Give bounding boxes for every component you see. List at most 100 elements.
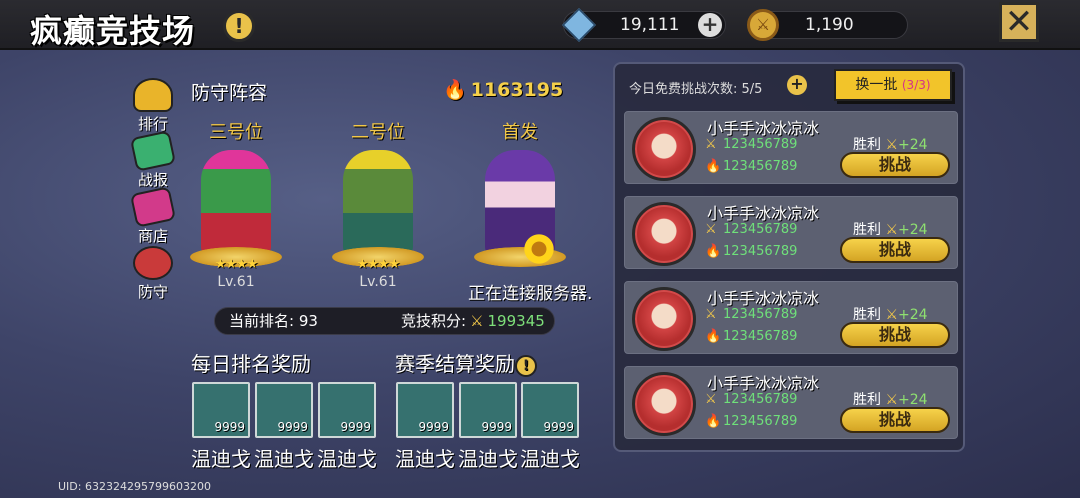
opponent-name: 小手手冰冰凉冰: [707, 204, 820, 223]
swords-icon: ⚔: [705, 222, 717, 237]
opponent-score: ⚔ 123456789: [705, 307, 798, 322]
hero-figure: [201, 150, 271, 255]
season-reward-title: 赛季结算奖励!: [395, 348, 537, 377]
reward-item-name: 温迪戈: [395, 447, 455, 471]
swords-icon: ⚔: [705, 137, 717, 152]
flame-icon: 🔥: [705, 414, 722, 429]
hero-position: 三号位: [209, 122, 263, 143]
sidebar-item-defense[interactable]: 防守: [128, 246, 178, 302]
swords-icon: ⚔: [470, 312, 484, 330]
hero-slot-2[interactable]: 二号位 ★★★★ Lv.61: [323, 118, 433, 290]
flame-icon: 🔥: [443, 79, 467, 101]
swords-icon: ⚔: [705, 307, 717, 322]
sidebar-item-ranking[interactable]: 排行: [128, 78, 178, 134]
hero-slot-1[interactable]: 首发: [465, 118, 575, 267]
trophy-icon: [133, 78, 173, 112]
opponent-power: 🔥 123456789: [705, 329, 798, 344]
user-id: UID: 632324295799603200: [58, 480, 211, 493]
reward-item-name: 温迪戈: [254, 447, 314, 471]
hero-position: 首发: [502, 122, 538, 143]
reward-item-name: 温迪戈: [191, 447, 251, 471]
sidebar-item-label: 排行: [137, 115, 168, 133]
shop-icon: [129, 186, 177, 228]
win-reward: 胜利 ⚔+24: [853, 222, 928, 238]
reward-item[interactable]: 9999: [396, 382, 454, 438]
opponent-avatar[interactable]: [632, 287, 696, 351]
opponent-card: 小手手冰冰凉冰 ⚔ 123456789 🔥 123456789 胜利 ⚔+24 挑战: [624, 366, 958, 439]
add-gems-icon[interactable]: +: [698, 13, 722, 37]
coin-value: 1,190: [805, 15, 854, 35]
reward-item[interactable]: 9999: [255, 382, 313, 438]
hero-level: Lv.61: [359, 274, 397, 290]
report-icon: [129, 130, 177, 172]
opponent-score: ⚔ 123456789: [705, 222, 798, 237]
hero-stars: ★★★★: [356, 257, 401, 272]
swords-icon: ⚔: [705, 392, 717, 407]
defense-power: 🔥 1163195: [443, 79, 564, 101]
flame-icon: 🔥: [705, 329, 722, 344]
opponent-power: 🔥 123456789: [705, 244, 798, 259]
opponent-avatar[interactable]: [632, 117, 696, 181]
hero-level: Lv.61: [217, 274, 255, 290]
opponent-power: 🔥 123456789: [705, 159, 798, 174]
opponent-name: 小手手冰冰凉冰: [707, 119, 820, 138]
help-icon[interactable]: !: [223, 10, 255, 42]
opponent-power: 🔥 123456789: [705, 414, 798, 429]
gem-value: 19,111: [620, 15, 680, 35]
sidebar-item-label: 战报: [137, 171, 168, 189]
reward-item[interactable]: 9999: [459, 382, 517, 438]
swords-icon: ⚔: [885, 137, 899, 153]
challenge-button[interactable]: 挑战: [840, 152, 950, 178]
coin-icon: ⚔: [747, 9, 779, 41]
sidebar-item-label: 防守: [137, 283, 168, 301]
flame-icon: 🔥: [705, 244, 722, 259]
opponent-avatar[interactable]: [632, 202, 696, 266]
reward-item[interactable]: 9999: [521, 382, 579, 438]
sidebar-item-shop[interactable]: 商店: [128, 186, 178, 246]
top-bar: 疯癫竞技场 ! 19,111 + ⚔ 1,190 ✕: [0, 0, 1080, 50]
win-reward: 胜利 ⚔+24: [853, 307, 928, 323]
free-challenges: 今日免费挑战次数: 5/5: [629, 82, 763, 97]
challenge-button[interactable]: 挑战: [840, 322, 950, 348]
win-reward: 胜利 ⚔+24: [853, 137, 928, 153]
rank-bar: 当前排名: 93 竞技积分: ⚔ 199345: [214, 307, 555, 335]
win-reward: 胜利 ⚔+24: [853, 392, 928, 408]
opponent-avatar[interactable]: [632, 372, 696, 436]
sidebar-item-reports[interactable]: 战报: [128, 130, 178, 190]
swords-icon: ⚔: [885, 222, 899, 238]
hero-slot-3[interactable]: 三号位 ★★★★ Lv.61: [181, 118, 291, 290]
reward-item[interactable]: 9999: [192, 382, 250, 438]
close-button[interactable]: ✕: [999, 2, 1039, 42]
add-challenges-icon[interactable]: +: [787, 75, 807, 95]
loading-icon: [522, 232, 556, 266]
opponent-card: 小手手冰冰凉冰 ⚔ 123456789 🔥 123456789 胜利 ⚔+24 挑战: [624, 111, 958, 184]
helmet-icon: [133, 246, 173, 280]
opponent-score: ⚔ 123456789: [705, 392, 798, 407]
page-title: 疯癫竞技场: [30, 12, 196, 50]
challenge-button[interactable]: 挑战: [840, 237, 950, 263]
refresh-button[interactable]: 换一批 (3/3): [834, 69, 952, 101]
opponents-panel: 今日免费挑战次数: 5/5 + 换一批 (3/3) 小手手冰冰凉冰 ⚔ 12345…: [613, 62, 965, 452]
swords-icon: ⚔: [885, 307, 899, 323]
opponent-name: 小手手冰冰凉冰: [707, 374, 820, 393]
connecting-status: 正在连接服务器.: [468, 284, 593, 304]
opponent-name: 小手手冰冰凉冰: [707, 289, 820, 308]
reward-item[interactable]: 9999: [318, 382, 376, 438]
daily-reward-title: 每日排名奖励: [191, 352, 311, 376]
arena-score: 竞技积分: ⚔ 199345: [401, 312, 545, 330]
coin-counter: ⚔ 1,190: [747, 9, 908, 41]
current-rank: 当前排名: 93: [229, 312, 318, 330]
hero-position: 二号位: [351, 122, 405, 143]
reward-item-name: 温迪戈: [458, 447, 518, 471]
swords-icon: ⚔: [885, 392, 899, 408]
defense-title: 防守阵容: [191, 82, 268, 104]
season-help-icon[interactable]: !: [515, 354, 537, 377]
hero-figure: [343, 150, 413, 255]
sidebar-item-label: 商店: [137, 227, 168, 245]
challenge-button[interactable]: 挑战: [840, 407, 950, 433]
opponent-card: 小手手冰冰凉冰 ⚔ 123456789 🔥 123456789 胜利 ⚔+24 挑战: [624, 281, 958, 354]
hero-stars: ★★★★: [214, 257, 259, 272]
opponent-score: ⚔ 123456789: [705, 137, 798, 152]
gem-icon: [562, 8, 596, 42]
flame-icon: 🔥: [705, 159, 722, 174]
